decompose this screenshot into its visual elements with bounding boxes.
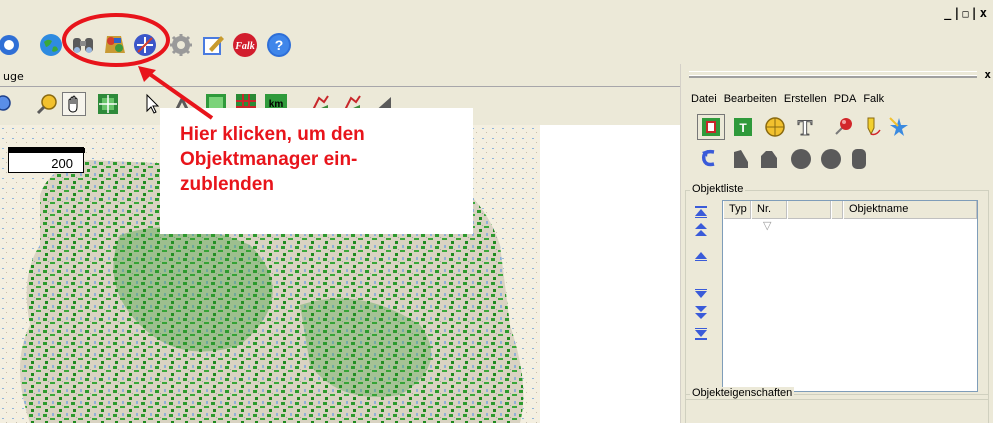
- callout-line-1: Hier klicken, um den: [180, 124, 365, 145]
- rounded-rect-icon[interactable]: [845, 146, 873, 172]
- object-properties-label: Objekteigenschaften: [690, 387, 795, 399]
- col-nr[interactable]: Nr. ▽: [751, 201, 787, 232]
- highlight-ellipse: [62, 13, 170, 67]
- object-manager-panel: x Datei Bearbeiten Erstellen PDA Falk T …: [680, 64, 993, 423]
- shape-a-icon[interactable]: [727, 146, 755, 172]
- col-objektname[interactable]: Objektname: [843, 201, 977, 219]
- sort-indicator-icon: ▽: [763, 220, 772, 232]
- svg-text:?: ?: [275, 37, 284, 53]
- callout-annotation: Hier klicken, um den Objektmanager ein- …: [160, 108, 473, 234]
- object-props-icon[interactable]: [697, 114, 725, 140]
- object-list-header: Typ Nr. ▽ Objektname: [723, 201, 977, 232]
- callout-line-2: Objektmanager ein-: [180, 149, 358, 170]
- crosshair-icon[interactable]: [761, 114, 789, 140]
- fit-view-icon[interactable]: [96, 92, 120, 116]
- marker-pen-icon[interactable]: [857, 114, 885, 140]
- menu-pda[interactable]: PDA: [834, 93, 857, 105]
- scale-value: 200: [51, 156, 73, 171]
- circle-b-icon[interactable]: [817, 146, 845, 172]
- app-window: _|□|x Falk ? uge km 200 Hier klicken, um…: [0, 0, 993, 423]
- menu-falk[interactable]: Falk: [863, 93, 884, 105]
- move-down-icon[interactable]: [693, 286, 709, 302]
- callout-line-3: zublenden: [180, 174, 274, 195]
- zoom-out-icon[interactable]: [0, 92, 16, 116]
- toolbar-separator: [0, 86, 680, 87]
- move-bottom-icon[interactable]: [693, 326, 709, 342]
- undo-icon[interactable]: [695, 146, 723, 172]
- help-icon[interactable]: ?: [264, 30, 294, 60]
- page-up-icon[interactable]: [693, 222, 709, 238]
- object-list[interactable]: Typ Nr. ▽ Objektname: [722, 200, 978, 392]
- move-top-icon[interactable]: [693, 204, 709, 220]
- shape-b-icon[interactable]: [755, 146, 783, 172]
- main-toolbar: Falk ?: [0, 13, 680, 67]
- edit-icon[interactable]: [198, 30, 228, 60]
- svg-text:T: T: [739, 121, 747, 135]
- falk-icon[interactable]: Falk: [230, 30, 260, 60]
- page-down-icon[interactable]: [693, 304, 709, 320]
- text-tool-icon[interactable]: T: [791, 114, 819, 140]
- menu-bearbeiten[interactable]: Bearbeiten: [724, 93, 777, 105]
- svg-text:Falk: Falk: [234, 41, 254, 52]
- circle-a-icon[interactable]: [787, 146, 815, 172]
- col-nr-sort[interactable]: [787, 201, 831, 219]
- col-typ[interactable]: Typ: [723, 201, 751, 219]
- zoom-in-icon[interactable]: [35, 92, 59, 116]
- hand-icon[interactable]: [62, 92, 86, 116]
- tools-label: uge: [3, 70, 24, 83]
- panel-close-button[interactable]: x: [984, 68, 991, 81]
- menu-erstellen[interactable]: Erstellen: [784, 93, 827, 105]
- col-blank[interactable]: [831, 201, 843, 219]
- text-object-icon[interactable]: T: [729, 114, 757, 140]
- object-list-label: Objektliste: [690, 183, 746, 195]
- callout-arrow: [138, 66, 214, 120]
- svg-text:T: T: [798, 116, 813, 138]
- window-controls[interactable]: _|□|x: [944, 6, 989, 20]
- scale-bar: 200: [8, 147, 85, 173]
- panel-menubar: Datei Bearbeiten Erstellen PDA Falk: [691, 93, 884, 105]
- star-pointer-icon[interactable]: [885, 114, 913, 140]
- refresh-icon[interactable]: [0, 30, 24, 60]
- pin-icon[interactable]: [829, 114, 857, 140]
- menu-datei[interactable]: Datei: [691, 93, 717, 105]
- move-up-icon[interactable]: [693, 248, 709, 264]
